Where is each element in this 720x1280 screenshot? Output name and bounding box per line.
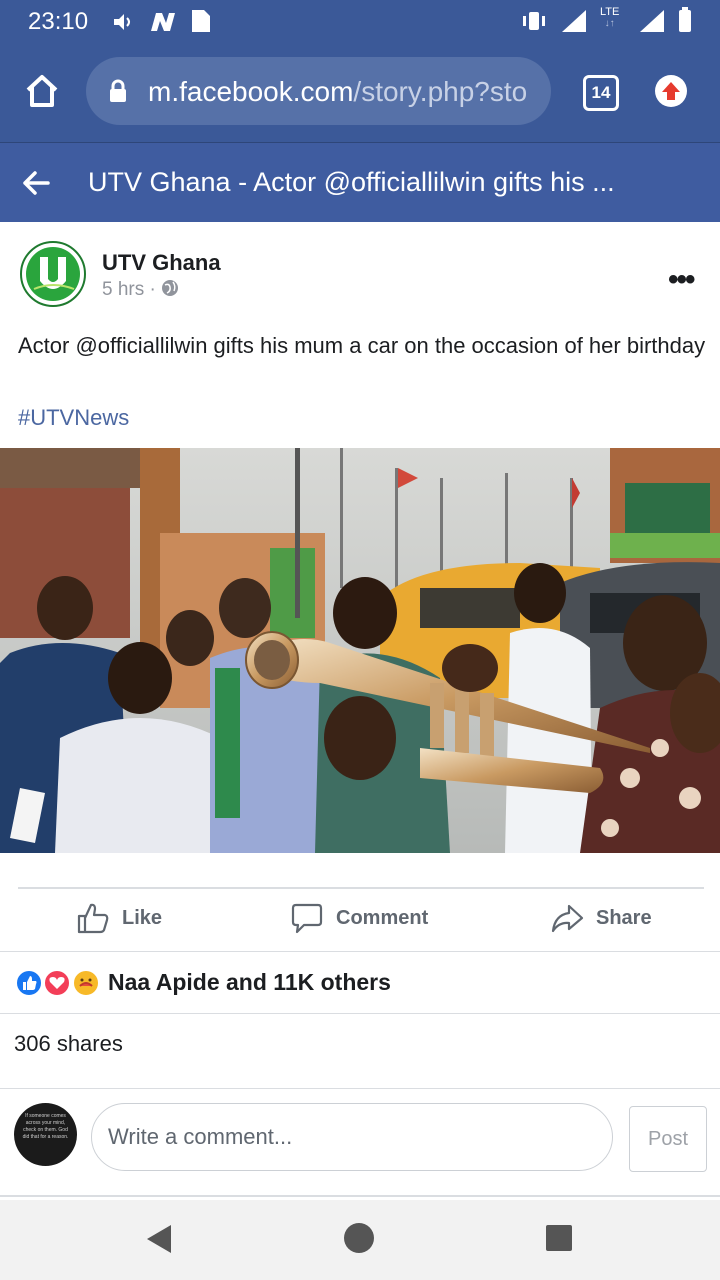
post-meta: 5 hrs · bbox=[102, 279, 179, 301]
lock-icon bbox=[110, 79, 126, 102]
signal-icon bbox=[640, 10, 664, 32]
comment-input[interactable] bbox=[91, 1103, 613, 1171]
vibrate-icon bbox=[523, 12, 545, 30]
upload-icon[interactable] bbox=[655, 75, 687, 107]
share-button[interactable]: Share bbox=[550, 888, 652, 948]
url-path: /story.php?sto bbox=[353, 76, 528, 107]
avatar-quote: If someone comes across your mind, check… bbox=[22, 1113, 69, 1140]
divider bbox=[0, 951, 720, 952]
status-time: 23:10 bbox=[28, 8, 89, 35]
back-arrow-icon[interactable] bbox=[22, 170, 50, 196]
recents-nav-icon[interactable] bbox=[545, 1224, 573, 1252]
divider bbox=[0, 1195, 720, 1197]
divider bbox=[0, 1088, 720, 1089]
document-icon bbox=[192, 10, 210, 32]
post-comment-button[interactable]: Post bbox=[629, 1106, 707, 1172]
post-text: Actor @officiallilwin gifts his mum a ca… bbox=[18, 333, 706, 358]
tabs-count-button[interactable]: 14 bbox=[583, 75, 619, 111]
like-label: Like bbox=[122, 906, 163, 929]
page-header: UTV Ghana - Actor @officiallilwin gifts … bbox=[0, 142, 720, 222]
lte-label: LTE bbox=[600, 6, 620, 18]
volume-icon bbox=[114, 14, 130, 30]
globe-icon bbox=[162, 280, 179, 296]
url-domain: m.facebook.com bbox=[148, 76, 354, 107]
system-nav-bar bbox=[0, 1200, 720, 1280]
address-bar[interactable]: m.facebook.com/story.php?sto bbox=[86, 57, 551, 125]
page-title: UTV Ghana - Actor @officiallilwin gifts … bbox=[88, 167, 615, 197]
reactions-summary[interactable]: Naa Apide and 11K others bbox=[108, 969, 391, 996]
user-avatar[interactable]: If someone comes across your mind, check… bbox=[14, 1103, 77, 1166]
url-text: m.facebook.com/story.php?sto bbox=[148, 76, 527, 108]
n-badge-icon bbox=[151, 13, 175, 31]
comment-label: Comment bbox=[336, 906, 429, 929]
hashtag-link[interactable]: #UTVNews bbox=[18, 405, 129, 431]
shares-count[interactable]: 306 shares bbox=[14, 1031, 123, 1057]
share-icon bbox=[551, 904, 584, 933]
post-time: 5 hrs bbox=[102, 279, 145, 300]
home-icon[interactable] bbox=[24, 74, 60, 108]
utv-logo-avatar[interactable] bbox=[20, 241, 86, 307]
reaction-icons[interactable] bbox=[14, 968, 104, 1003]
post-video[interactable] bbox=[0, 448, 720, 853]
like-icon bbox=[77, 903, 109, 934]
comment-icon bbox=[291, 903, 323, 934]
share-label: Share bbox=[596, 906, 652, 929]
home-nav-icon[interactable] bbox=[343, 1222, 375, 1254]
battery-icon bbox=[679, 7, 691, 32]
like-button[interactable]: Like bbox=[76, 888, 162, 948]
lte-icon: LTE ↓↑ bbox=[600, 6, 620, 29]
browser-toolbar: m.facebook.com/story.php?sto 14 bbox=[0, 44, 720, 142]
signal-icon bbox=[562, 10, 586, 32]
divider bbox=[0, 1013, 720, 1014]
back-nav-icon[interactable] bbox=[145, 1223, 173, 1255]
comment-button[interactable]: Comment bbox=[290, 888, 428, 948]
status-bar: 23:10 LTE ↓↑ bbox=[0, 0, 720, 44]
page-name[interactable]: UTV Ghana bbox=[102, 250, 221, 276]
more-options-icon[interactable]: ••• bbox=[668, 263, 695, 297]
